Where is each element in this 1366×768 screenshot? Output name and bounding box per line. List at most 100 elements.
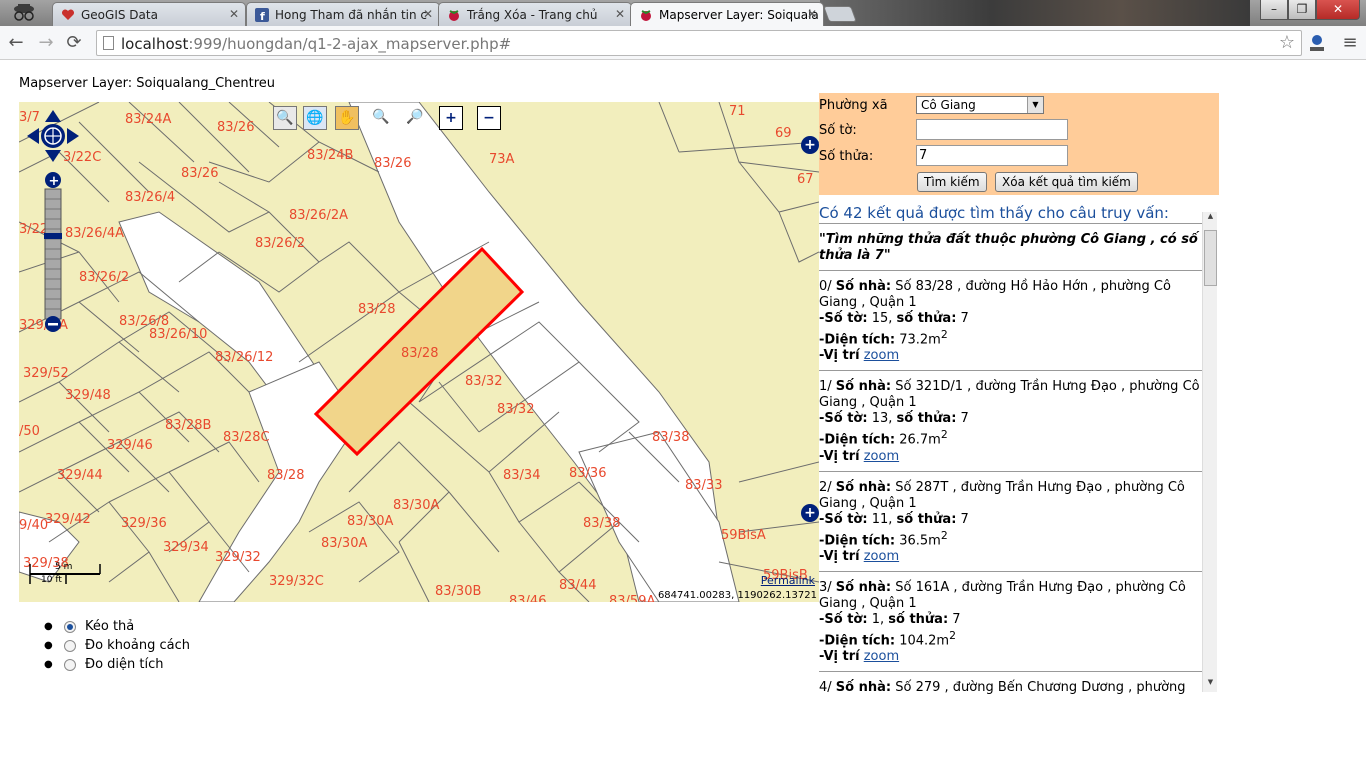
expand-overview-icon[interactable]: + xyxy=(801,504,819,522)
parcel-label: 83/38 xyxy=(583,516,621,531)
parcel-label: 83/26 xyxy=(217,120,255,135)
clear-results-button[interactable]: Xóa kết quả tìm kiếm xyxy=(995,172,1138,192)
parcel-label: 83/28 xyxy=(401,346,439,361)
parcel-label: 83/26/4A xyxy=(65,226,125,241)
parcel-key: số thửa: xyxy=(896,511,957,527)
zoom-link[interactable]: zoom xyxy=(864,449,899,464)
mode-measure-distance[interactable]: ● Đo khoảng cách xyxy=(44,636,190,655)
new-tab-button[interactable] xyxy=(823,6,857,22)
position-key: -Vị trí xyxy=(819,348,860,364)
house-key: Số nhà: xyxy=(835,579,892,595)
scroll-down-icon[interactable]: ▼ xyxy=(1203,678,1218,692)
parcel-label: 83/26 xyxy=(374,156,412,171)
chevron-down-icon[interactable]: ▼ xyxy=(1027,97,1043,113)
results-header: Có 42 kết quả được tìm thấy cho câu truy… xyxy=(819,195,1203,224)
parcel-label: 83/33 xyxy=(685,478,723,493)
parcel-label: 83/28 xyxy=(358,302,396,317)
url-text[interactable]: localhost:999/huongdan/q1-2-ajax_mapserv… xyxy=(121,35,511,53)
tab-mapserver[interactable]: Mapserver Layer: Soiquala ✕ xyxy=(630,2,824,26)
result-sheet: 1, xyxy=(867,611,885,627)
position-key: -Vị trí xyxy=(819,448,860,464)
pan-control-icon[interactable] xyxy=(25,108,81,164)
parcel-label: 83/26 xyxy=(181,166,219,181)
zoom-in-magnifier-icon[interactable]: 🔎 xyxy=(403,106,427,130)
mode-drag[interactable]: ● Kéo thả xyxy=(44,617,190,636)
minimize-button[interactable]: – xyxy=(1260,0,1288,20)
parcel-label: 83/44 xyxy=(559,578,597,593)
results-panel[interactable]: Có 42 kết quả được tìm thấy cho câu truy… xyxy=(819,195,1219,695)
result-area: 36.5m xyxy=(895,532,941,548)
close-window-button[interactable]: ✕ xyxy=(1316,0,1360,20)
parcel-label: 83/26/4 xyxy=(125,190,176,205)
facebook-icon: f xyxy=(255,8,269,22)
area-unit-sup: 2 xyxy=(940,428,948,442)
parcel-label: 83/38 xyxy=(652,430,690,445)
bookmark-star-icon[interactable]: ☆ xyxy=(1279,32,1295,53)
radio-drag[interactable] xyxy=(64,620,76,633)
zoom-out-icon[interactable]: − xyxy=(477,106,501,130)
mode-measure-area[interactable]: ● Đo diện tích xyxy=(44,655,190,674)
back-icon[interactable]: ← xyxy=(4,31,28,55)
parcel-number-input[interactable]: 7 xyxy=(916,145,1068,166)
scrollbar-thumb[interactable] xyxy=(1204,230,1217,286)
expand-layer-switcher-icon[interactable]: + xyxy=(801,136,819,154)
scroll-up-icon[interactable]: ▲ xyxy=(1203,212,1218,226)
sheet-input[interactable] xyxy=(916,119,1068,140)
parcel-key: số thửa: xyxy=(896,311,957,326)
parcel-label: 59BisA xyxy=(721,528,766,543)
parcel-label: 83/26/2A xyxy=(289,208,349,223)
zoom-in-icon[interactable]: + xyxy=(439,106,463,130)
position-key: -Vị trí xyxy=(819,548,860,564)
extension-icon[interactable] xyxy=(1306,32,1328,54)
ward-select[interactable]: Cô Giang ▼ xyxy=(916,96,1044,114)
tab-geogis[interactable]: GeoGIS Data ✕ xyxy=(52,2,246,26)
menu-icon[interactable]: ≡ xyxy=(1338,31,1362,55)
results-scrollbar[interactable]: ▲ ▼ xyxy=(1202,212,1217,692)
pan-hand-icon[interactable]: ✋ xyxy=(335,106,359,130)
tab-facebook[interactable]: f Hong Tham đã nhắn tin c ✕ xyxy=(246,2,440,26)
area-key: -Diện tích: xyxy=(819,532,896,548)
tab-title: Trắng Xóa - Trang chủ xyxy=(467,8,598,22)
result-index: 3/ xyxy=(819,579,832,595)
parcel-label: 329/32 xyxy=(215,550,261,565)
area-unit-sup: 2 xyxy=(949,628,956,642)
zoom-link[interactable]: zoom xyxy=(864,348,899,363)
reload-icon[interactable]: ⟳ xyxy=(62,31,86,55)
search-button[interactable]: Tìm kiếm xyxy=(917,172,987,192)
parcel-label: 329/44 xyxy=(57,468,103,483)
tab-trang-xoa[interactable]: Trắng Xóa - Trang chủ ✕ xyxy=(438,2,632,26)
zoom-link[interactable]: zoom xyxy=(864,649,899,664)
radio-distance[interactable] xyxy=(64,639,76,652)
forward-icon[interactable]: → xyxy=(34,31,58,55)
ward-label: Phường xã xyxy=(819,98,888,113)
zoom-box-icon[interactable]: 🔍 xyxy=(273,106,297,130)
browser-toolbar: ← → ⟳ localhost:999/huongdan/q1-2-ajax_m… xyxy=(0,26,1366,60)
zoom-link[interactable]: zoom xyxy=(864,549,899,564)
result-sheet: 13, xyxy=(867,411,893,427)
maximize-button[interactable]: ❐ xyxy=(1288,0,1316,20)
sheet-key: -Số tờ: xyxy=(819,611,868,627)
close-tab-icon[interactable]: ✕ xyxy=(615,7,625,21)
page-title: Mapserver Layer: Soiqualang_Chentreu xyxy=(19,76,276,91)
result-item: 3/ Số nhà: Số 161A , đường Trần Hưng Đạo… xyxy=(819,572,1203,673)
full-extent-icon[interactable]: 🌐 xyxy=(303,106,327,130)
close-tab-icon[interactable]: ✕ xyxy=(423,7,433,21)
permalink[interactable]: Permalink xyxy=(761,574,815,587)
close-tab-icon[interactable]: ✕ xyxy=(807,7,817,21)
mode-label: Đo khoảng cách xyxy=(85,638,190,653)
close-tab-icon[interactable]: ✕ xyxy=(229,7,239,21)
house-key: Số nhà: xyxy=(835,680,892,695)
raspberry-icon xyxy=(449,10,459,21)
radio-area[interactable] xyxy=(64,658,76,671)
parcel-label: 83/26/12 xyxy=(215,350,274,365)
parcel-label: 83/59A xyxy=(609,594,656,602)
map-viewport[interactable]: 3/7 83/24A 83/26 83/24B 83/26 73A 71 69 … xyxy=(19,102,819,602)
parcel-key: số thửa: xyxy=(896,411,957,427)
parcel-label: 83/46 xyxy=(509,594,547,602)
parcel-label: 83/28C xyxy=(223,430,270,445)
page-icon xyxy=(103,36,114,50)
zoom-slider[interactable]: + xyxy=(44,172,62,332)
house-key: Số nhà: xyxy=(835,379,892,395)
address-bar[interactable]: localhost:999/huongdan/q1-2-ajax_mapserv… xyxy=(96,30,1302,56)
zoom-out-magnifier-icon[interactable]: 🔍 xyxy=(369,106,393,130)
